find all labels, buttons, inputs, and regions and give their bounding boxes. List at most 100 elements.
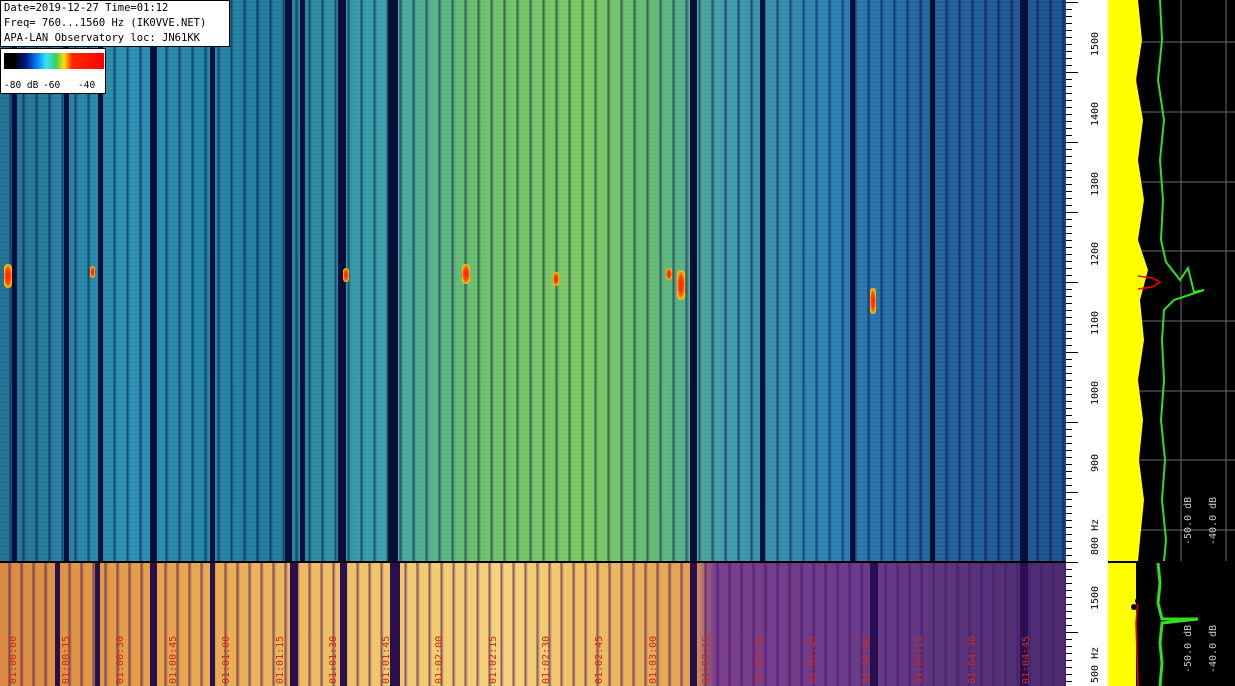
freq-tick-mark: [1066, 37, 1072, 38]
freq-tick-mark: [1066, 366, 1072, 367]
freq-tick-mark: [1066, 506, 1072, 507]
time-label: 01:04:15: [914, 635, 925, 684]
freq-tick-mark: [1066, 604, 1072, 605]
db-label-upper-50: -50.0 dB: [1183, 496, 1194, 545]
db-label-lower-40: -40.0 dB: [1208, 624, 1219, 673]
freq-tick-lower-500: 500 Hz: [1090, 646, 1101, 683]
freq-tick-mark: [1066, 492, 1078, 493]
freq-tick-mark: [1066, 310, 1072, 311]
freq-tick-mark: [1066, 93, 1072, 94]
time-label: 01:01:30: [328, 635, 339, 684]
freq-tick-mark: [1066, 324, 1072, 325]
frequency-axis: [1066, 0, 1108, 686]
freq-tick-lower-1500: 1500: [1090, 585, 1101, 610]
freq-tick-mark: [1066, 415, 1072, 416]
time-label: 01:02:15: [488, 635, 499, 684]
freq-tick-mark: [1066, 107, 1072, 108]
spectrum-plot: [1108, 0, 1235, 561]
freq-tick-mark: [1066, 569, 1072, 570]
freq-tick-mark: [1066, 156, 1072, 157]
freq-tick-mark: [1066, 303, 1072, 304]
info-observatory: APA-LAN Observatory loc: JN61KK: [4, 32, 200, 44]
freq-tick-mark: [1066, 30, 1072, 31]
meteor-echo: [343, 268, 349, 282]
freq-tick-mark: [1066, 639, 1072, 640]
info-date-time: Date=2019-12-27 Time=01:12: [4, 2, 169, 14]
freq-tick-mark: [1066, 296, 1072, 297]
freq-tick-mark: [1066, 611, 1072, 612]
freq-tick-mark: [1066, 660, 1072, 661]
time-label: 01:04:00: [861, 635, 872, 684]
freq-tick-1000: 1000: [1090, 380, 1101, 405]
freq-tick-1400: 1400: [1090, 101, 1101, 126]
freq-tick-mark: [1066, 163, 1072, 164]
freq-tick-mark: [1066, 373, 1072, 374]
freq-tick-mark: [1066, 135, 1072, 136]
freq-tick-mark: [1066, 198, 1072, 199]
time-label: 01:00:00: [8, 635, 19, 684]
freq-tick-mark: [1066, 247, 1072, 248]
color-scale-label-mid: -60: [43, 80, 61, 91]
freq-tick-mark: [1066, 359, 1072, 360]
time-label: 01:01:45: [381, 635, 392, 684]
freq-tick-mark: [1066, 583, 1072, 584]
info-box: Date=2019-12-27 Time=01:12 Freq= 760...1…: [0, 0, 230, 47]
color-scale-label-min: -80 dB: [4, 80, 39, 91]
freq-tick-mark: [1066, 338, 1072, 339]
time-label: 01:02:30: [541, 635, 552, 684]
freq-tick-mark: [1066, 387, 1072, 388]
spectrogram-overview: [0, 563, 1066, 686]
spectrum-noise-fill: [1108, 0, 1148, 561]
time-label: 01:00:30: [115, 635, 126, 684]
spectrum-lower-signal-trace: [1135, 597, 1139, 686]
freq-tick-mark: [1066, 450, 1072, 451]
freq-tick-mark: [1066, 408, 1072, 409]
freq-tick-mark: [1066, 527, 1072, 528]
freq-tick-mark: [1066, 289, 1072, 290]
freq-tick-mark: [1066, 548, 1072, 549]
freq-tick-mark: [1066, 597, 1072, 598]
freq-tick-mark: [1066, 513, 1072, 514]
freq-tick-800: 800 Hz: [1090, 518, 1101, 555]
freq-tick-mark: [1066, 562, 1078, 563]
freq-tick-mark: [1066, 86, 1072, 87]
freq-tick-mark: [1066, 443, 1072, 444]
freq-tick-mark: [1066, 520, 1072, 521]
time-label: 01:03:00: [648, 635, 659, 684]
time-label: 01:02:00: [434, 635, 445, 684]
freq-tick-mark: [1066, 233, 1072, 234]
time-label: 01:01:00: [221, 635, 232, 684]
freq-tick-mark: [1066, 282, 1078, 283]
freq-tick-mark: [1066, 177, 1072, 178]
freq-tick-mark: [1066, 128, 1072, 129]
meteor-echo: [90, 266, 95, 278]
freq-tick-mark: [1066, 590, 1072, 591]
freq-tick-mark: [1066, 65, 1072, 66]
freq-tick-mark: [1066, 352, 1078, 353]
spectrum-panel: -50.0 dB -40.0 dB: [1108, 0, 1235, 561]
freq-tick-mark: [1066, 681, 1072, 682]
freq-tick-mark: [1066, 114, 1072, 115]
spectrogram-waterfall: [0, 0, 1066, 561]
time-label: 01:03:15: [701, 635, 712, 684]
meteor-echo: [870, 288, 876, 314]
freq-tick-mark: [1066, 2, 1078, 3]
freq-tick-mark: [1066, 632, 1078, 633]
freq-tick-mark: [1066, 380, 1072, 381]
freq-tick-mark: [1066, 212, 1078, 213]
color-scale-label-max: -40: [78, 80, 96, 91]
meteor-echo: [4, 264, 12, 288]
freq-tick-mark: [1066, 100, 1072, 101]
freq-tick-mark: [1066, 275, 1072, 276]
freq-tick-mark: [1066, 226, 1072, 227]
time-label: 01:04:45: [1021, 635, 1032, 684]
spectrum-panel-lower: -50.0 dB -40.0 dB: [1108, 563, 1235, 686]
time-label: 01:04:30: [967, 635, 978, 684]
freq-tick-mark: [1066, 422, 1078, 423]
time-label: 01:03:45: [808, 635, 819, 684]
freq-tick-mark: [1066, 51, 1072, 52]
freq-tick-1500: 1500: [1090, 31, 1101, 56]
freq-tick-mark: [1066, 205, 1072, 206]
time-label: 01:02:45: [594, 635, 605, 684]
freq-tick-mark: [1066, 16, 1072, 17]
